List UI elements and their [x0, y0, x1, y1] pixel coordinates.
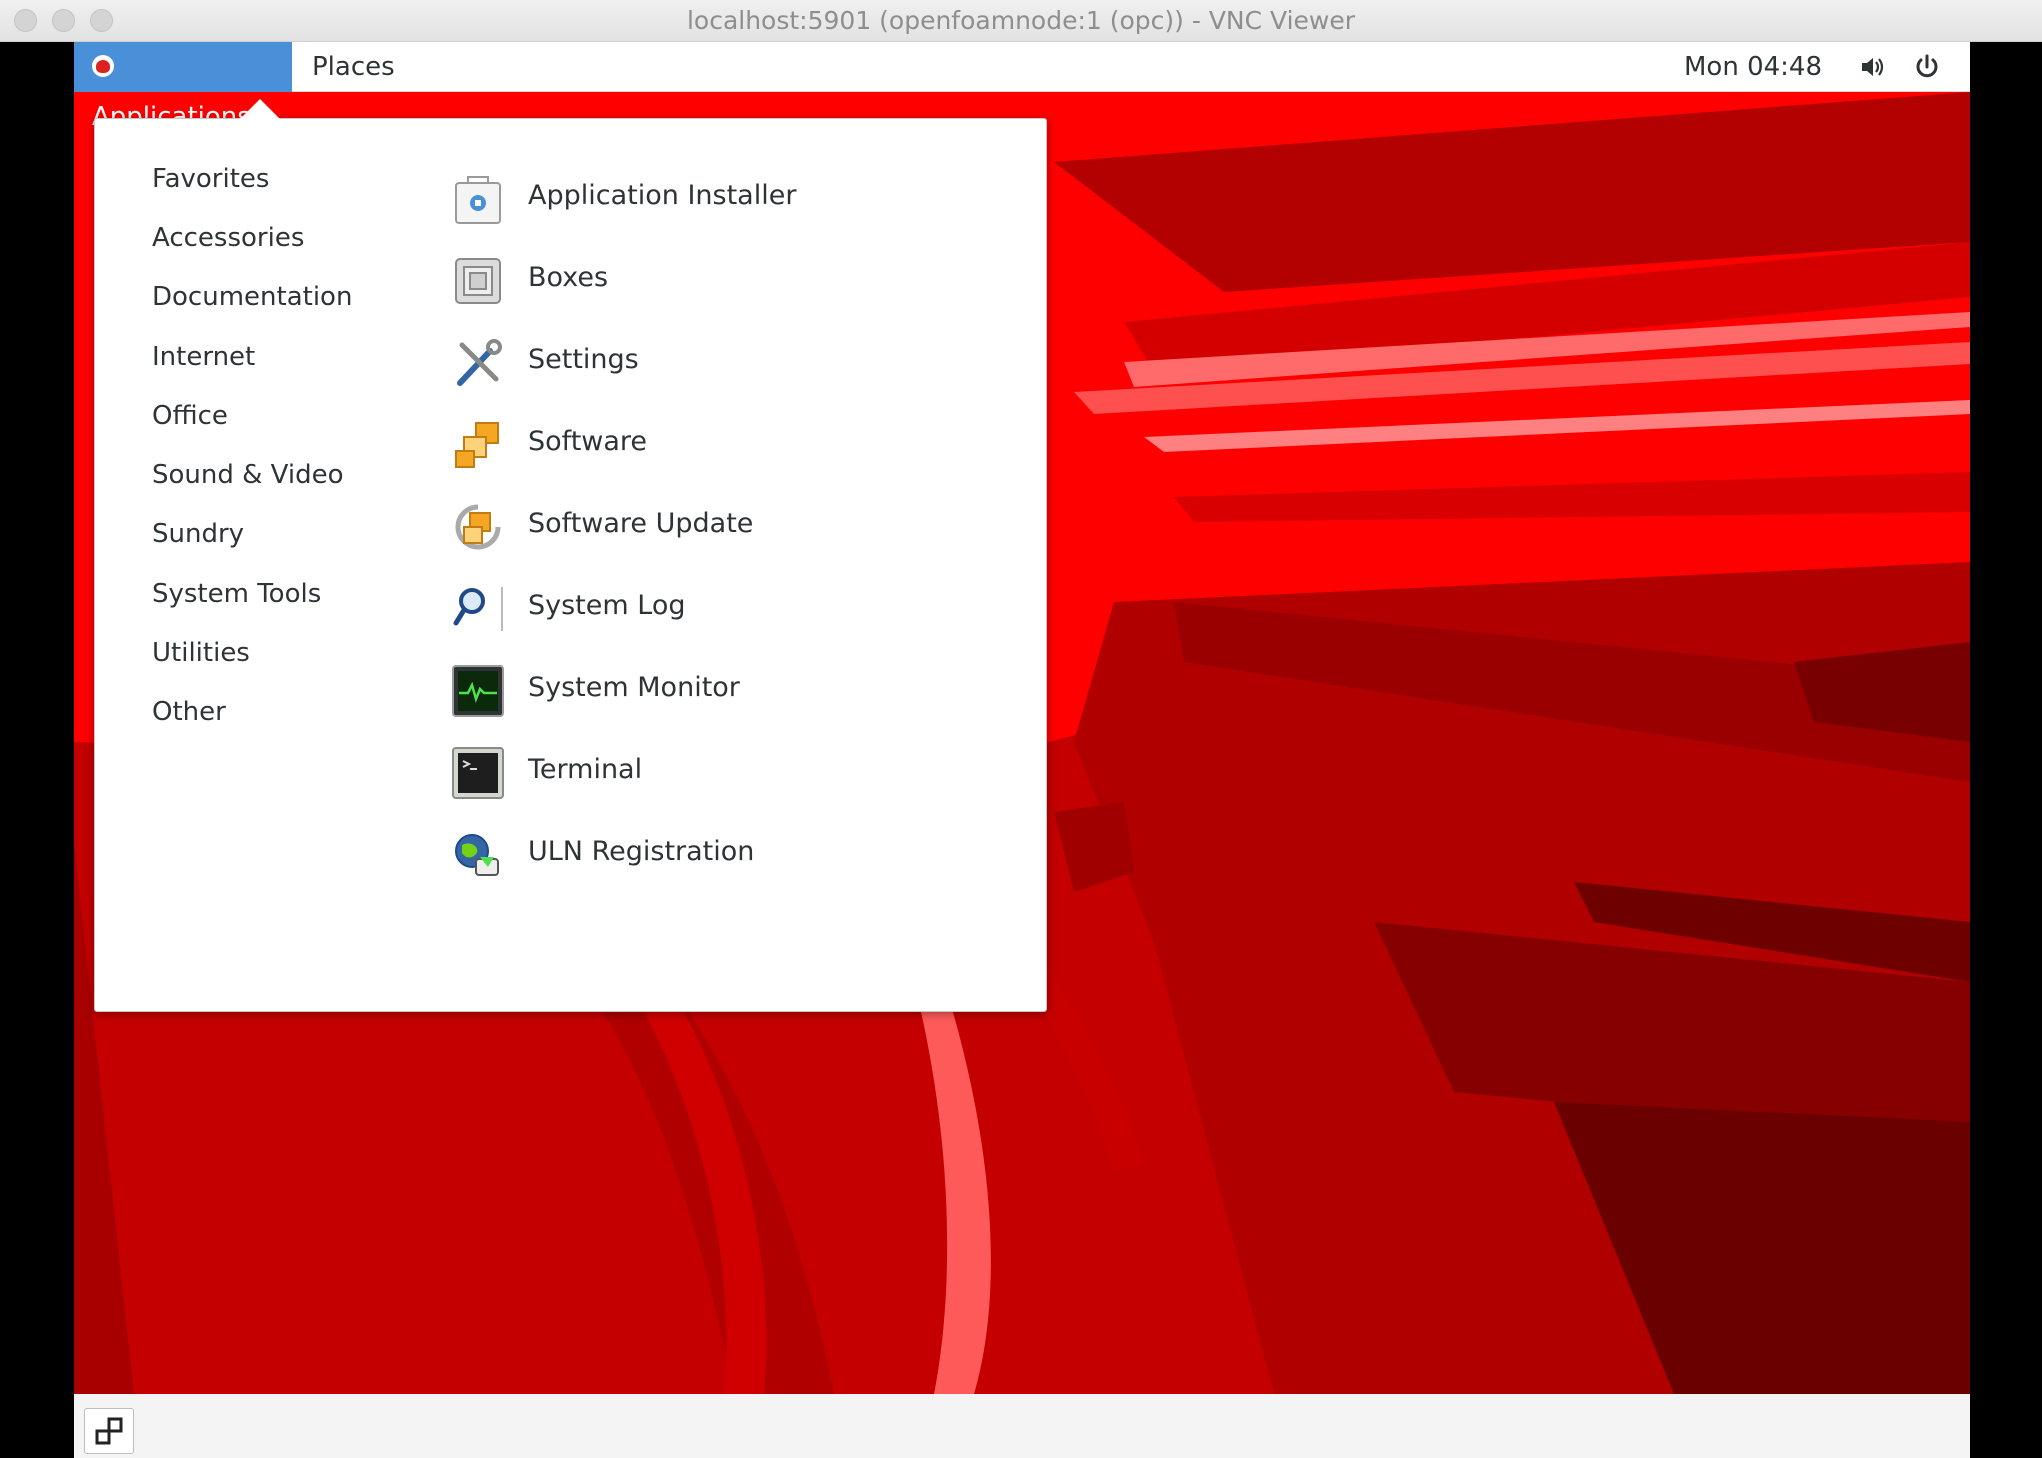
remote-desktop[interactable]: Applications Places Mon 04:48 Favorites … — [74, 42, 1970, 1394]
category-sound-video[interactable]: Sound & Video — [152, 455, 344, 495]
category-favorites[interactable]: Favorites — [152, 159, 269, 199]
app-label: Boxes — [528, 262, 609, 293]
category-internet[interactable]: Internet — [152, 337, 255, 377]
window-title: localhost:5901 (openfoamnode:1 (opc)) - … — [686, 6, 1356, 35]
app-label: Software Update — [528, 508, 754, 539]
app-label: ULN Registration — [528, 836, 755, 867]
vnc-toolbar — [74, 1394, 1970, 1458]
volume-icon[interactable] — [1858, 52, 1888, 82]
system-log-icon — [453, 587, 503, 631]
category-system-tools[interactable]: System Tools — [152, 574, 321, 614]
category-accessories[interactable]: Accessories — [152, 218, 304, 258]
app-label: Application Installer — [528, 180, 797, 211]
app-label: Terminal — [528, 754, 643, 785]
system-monitor-icon — [452, 665, 504, 717]
app-system-log[interactable]: System Log — [450, 573, 1010, 639]
terminal-icon — [452, 747, 504, 799]
app-software[interactable]: Software — [450, 409, 1010, 475]
top-bar: Applications Places Mon 04:48 — [74, 42, 1970, 132]
applications-menu-button[interactable]: Applications — [74, 42, 292, 132]
scale-view-button[interactable] — [84, 1408, 134, 1454]
software-update-icon — [455, 504, 501, 550]
window-titlebar: localhost:5901 (openfoamnode:1 (opc)) - … — [0, 0, 2042, 42]
app-boxes[interactable]: Boxes — [450, 245, 1010, 311]
app-uln-registration[interactable]: ULN Registration — [450, 819, 1010, 885]
software-icon — [455, 422, 499, 468]
settings-icon — [457, 339, 502, 386]
menu-pointer — [240, 99, 280, 119]
resize-icon — [95, 1417, 123, 1445]
distro-logo-icon — [92, 54, 114, 77]
app-label: Software — [528, 426, 648, 457]
category-other[interactable]: Other — [152, 692, 226, 732]
applications-menu: Favorites Accessories Documentation Inte… — [94, 118, 1047, 1012]
app-terminal[interactable]: Terminal — [450, 737, 1010, 803]
app-label: Settings — [528, 344, 639, 375]
boxes-icon — [455, 258, 501, 304]
app-settings[interactable]: Settings — [450, 327, 1010, 393]
category-utilities[interactable]: Utilities — [152, 633, 250, 673]
places-menu-button[interactable]: Places — [292, 42, 415, 92]
clock[interactable]: Mon 04:48 — [1664, 42, 1842, 92]
app-label: System Monitor — [528, 672, 740, 703]
category-office[interactable]: Office — [152, 396, 228, 436]
app-application-installer[interactable]: Application Installer — [450, 163, 1010, 229]
app-software-update[interactable]: Software Update — [450, 491, 1010, 557]
category-sundry[interactable]: Sundry — [152, 514, 244, 554]
uln-registration-icon — [455, 834, 499, 876]
application-installer-icon — [455, 176, 501, 224]
power-icon[interactable] — [1912, 52, 1942, 82]
app-label: System Log — [528, 590, 686, 621]
category-documentation[interactable]: Documentation — [152, 277, 352, 317]
app-system-monitor[interactable]: System Monitor — [450, 655, 1010, 721]
